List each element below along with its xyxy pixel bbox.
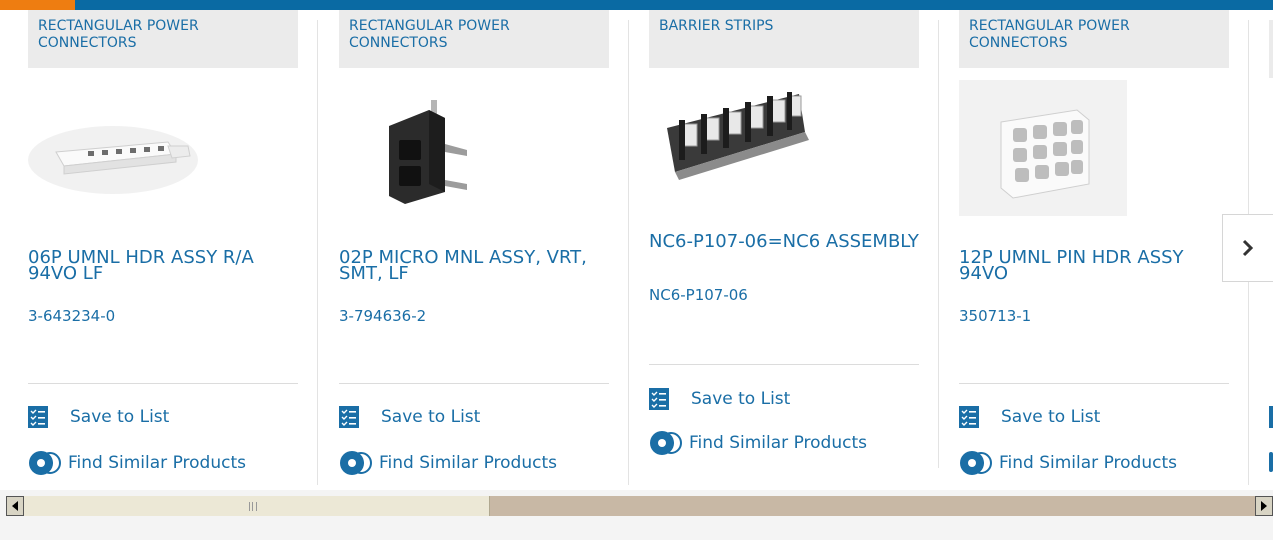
product-category[interactable]: RECTANGULAR POWER CONNECTORS: [339, 10, 609, 68]
similar-products-icon: [960, 451, 992, 475]
find-similar-label: Find Similar Products: [689, 433, 867, 453]
product-category[interactable]: BARRIER STRIPS: [649, 10, 919, 68]
save-to-list-label: Save to List: [691, 389, 791, 409]
horizontal-scrollbar[interactable]: [6, 496, 1273, 516]
card-divider: [959, 383, 1229, 384]
part-number[interactable]: 350713-1: [959, 307, 1031, 325]
card-separator: [628, 20, 629, 485]
save-to-list-label: Save to List: [70, 407, 170, 427]
product-carousel: RECTANGULAR POWER CONNECTORS 06P UMNL HD…: [0, 0, 1273, 490]
save-to-list-label: Save to List: [381, 407, 481, 427]
find-similar-label: Find Similar Products: [379, 453, 557, 473]
product-card: RECTANGULAR POWER CONNECTORS 06P UMNL HD…: [28, 10, 318, 488]
product-title[interactable]: 02P MICRO MNL ASSY, VRT, SMT, LF: [339, 249, 609, 283]
save-to-list-button[interactable]: Save to List: [28, 404, 169, 430]
part-number[interactable]: 3-643234-0: [28, 307, 115, 325]
checklist-icon: [339, 406, 359, 428]
product-image[interactable]: [339, 80, 609, 240]
checklist-icon: [1269, 406, 1273, 428]
product-card: RECTANGULAR POWER CONNECTORS 02P MICRO M…: [339, 10, 629, 488]
scrollbar-thumb[interactable]: [24, 496, 490, 516]
product-category-partial: [1269, 20, 1273, 78]
arrow-right-icon: [1261, 501, 1267, 511]
product-title[interactable]: 06P UMNL HDR ASSY R/A 94VO LF: [28, 249, 298, 283]
top-bar: [0, 0, 1273, 10]
part-number[interactable]: 3-794636-2: [339, 307, 426, 325]
product-title[interactable]: 12P UMNL PIN HDR ASSY 94VO: [959, 249, 1229, 283]
product-image[interactable]: [959, 80, 1229, 240]
card-separator: [938, 20, 939, 468]
scroll-grip-icon: [249, 502, 257, 511]
save-to-list-button[interactable]: Save to List: [339, 404, 480, 430]
checklist-icon: [649, 388, 669, 410]
product-card: RECTANGULAR POWER CONNECTORS 12P UMNL PI…: [959, 10, 1249, 488]
product-card: BARRIER STRIPS NC6-P107-06=NC6 ASSEMBLY …: [649, 10, 939, 488]
similar-products-icon: [340, 451, 372, 475]
checklist-icon: [959, 406, 979, 428]
save-to-list-label: Save to List: [1001, 407, 1101, 427]
part-number[interactable]: NC6-P107-06: [649, 286, 748, 304]
product-category[interactable]: RECTANGULAR POWER CONNECTORS: [28, 10, 298, 68]
product-title[interactable]: NC6-P107-06=NC6 ASSEMBLY: [649, 233, 919, 251]
product-image[interactable]: [649, 80, 919, 240]
find-similar-label: Find Similar Products: [999, 453, 1177, 473]
find-similar-label: Find Similar Products: [68, 453, 246, 473]
chevron-right-icon: [1242, 239, 1254, 257]
save-to-list-button[interactable]: Save to List: [649, 386, 790, 412]
find-similar-button[interactable]: Find Similar Products: [959, 450, 1177, 476]
similar-products-icon: [29, 451, 61, 475]
find-similar-button[interactable]: Find Similar Products: [28, 450, 246, 476]
similar-products-icon: [1269, 452, 1273, 472]
product-image[interactable]: [28, 80, 298, 240]
top-bar-accent: [0, 0, 75, 10]
save-to-list-button[interactable]: Save to List: [959, 404, 1100, 430]
card-separator: [317, 20, 318, 485]
checklist-icon: [28, 406, 48, 428]
card-divider: [339, 383, 609, 384]
card-divider: [28, 383, 298, 384]
arrow-left-icon: [12, 501, 18, 511]
scroll-right-button[interactable]: [1255, 496, 1273, 516]
find-similar-button[interactable]: Find Similar Products: [339, 450, 557, 476]
carousel-next-button[interactable]: [1222, 214, 1273, 282]
scroll-left-button[interactable]: [6, 496, 24, 516]
product-category[interactable]: RECTANGULAR POWER CONNECTORS: [959, 10, 1229, 68]
find-similar-button[interactable]: Find Similar Products: [649, 430, 867, 456]
similar-products-icon: [650, 431, 682, 455]
card-divider: [649, 364, 919, 365]
